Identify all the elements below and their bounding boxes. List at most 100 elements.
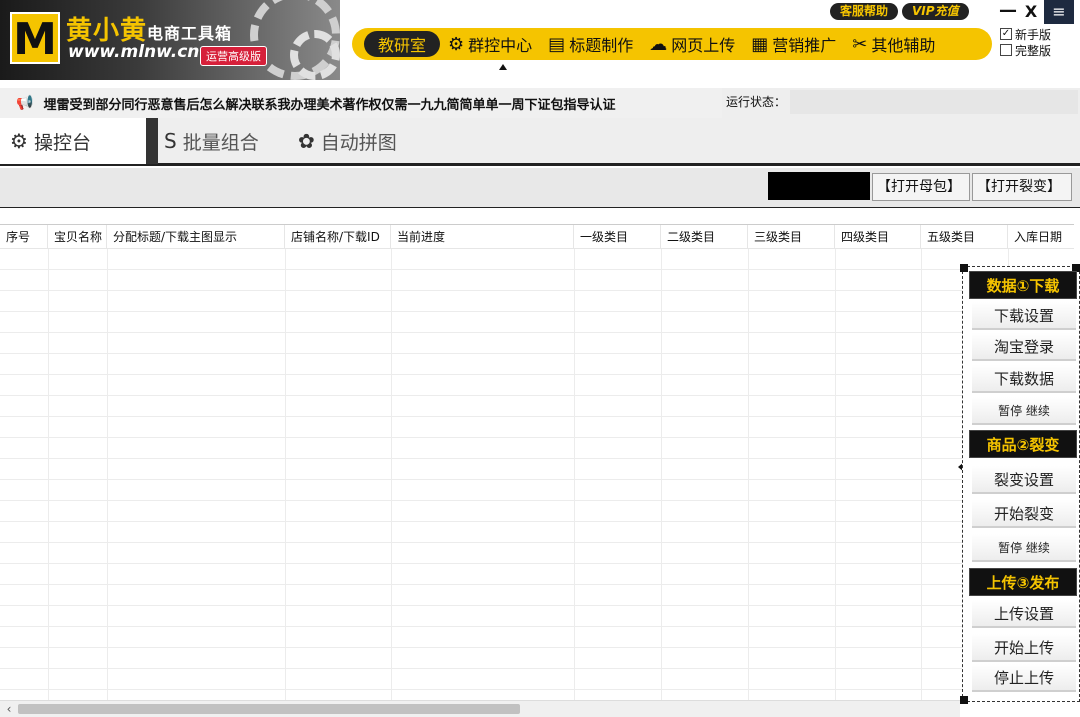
module-tabs: ⚙ 操控台 S 批量组合 ✿ 自动拼图	[0, 118, 1080, 166]
novice-mode-label: 新手版	[1015, 27, 1052, 42]
nav-item-label: 群控中心	[468, 36, 533, 55]
app-logo: M 黄小黄电商工具箱 www.mlnw.cn 运营高级版	[0, 0, 340, 80]
puzzle-icon: ✿	[298, 129, 315, 153]
main-nav: 教研室 ⚙ 群控中心 ▤ 标题制作 ☁ 网页上传 ▦ 营销推广 ✂ 其他辅助	[352, 28, 992, 60]
tab-divider	[146, 118, 158, 164]
column-header[interactable]: 一级类目	[574, 225, 661, 249]
section-title-upload: 上传③发布	[969, 568, 1077, 596]
nav-item-title-making[interactable]: ▤ 标题制作	[540, 31, 641, 57]
table-header: 序号 宝贝名称 分配标题/下载主图显示 店铺名称/下载ID 当前进度 一级类目 …	[0, 225, 1074, 249]
nav-item-marketing[interactable]: ▦ 营销推广	[743, 31, 844, 57]
nav-item-label: 教研室	[378, 36, 427, 55]
gears-icon: ⚙	[10, 129, 28, 153]
column-divider	[285, 249, 286, 702]
megaphone-icon: 📢	[16, 95, 34, 111]
column-header[interactable]: 店铺名称/下载ID	[285, 225, 391, 249]
product-table: 序号 宝贝名称 分配标题/下载主图显示 店铺名称/下载ID 当前进度 一级类目 …	[0, 224, 1074, 702]
notice-text: 埋雷受到部分同行恶意售后怎么解决联系我办理美术著作权仅需一九九简简单单一周下证包…	[43, 97, 616, 113]
gear-decoration	[290, 30, 340, 80]
notice-bar: 📢 埋雷受到部分同行恶意售后怎么解决联系我办理美术著作权仅需一九九简简单单一周下…	[0, 88, 1080, 118]
pause-continue-split-button[interactable]: 暂停 继续	[972, 534, 1076, 562]
chart-icon: ▦	[751, 33, 769, 55]
column-divider	[574, 249, 575, 702]
vip-recharge-button[interactable]: VIP充值	[902, 3, 969, 20]
full-mode-checkbox[interactable]	[1000, 44, 1012, 56]
notice-marquee: 📢 埋雷受到部分同行恶意售后怎么解决联系我办理美术著作权仅需一九九简简单单一周下…	[0, 88, 722, 118]
batch-icon: S	[164, 129, 177, 153]
nav-item-teaching[interactable]: 教研室	[364, 31, 441, 57]
nav-item-label: 网页上传	[671, 36, 736, 55]
upload-settings-button[interactable]: 上传设置	[972, 600, 1076, 628]
section-title-download: 数据①下载	[969, 271, 1077, 299]
column-header[interactable]: 四级类目	[835, 225, 921, 249]
column-header[interactable]: 当前进度	[391, 225, 574, 249]
cloud-upload-icon: ☁	[649, 33, 668, 55]
tab-auto-puzzle[interactable]: ✿ 自动拼图	[298, 118, 424, 164]
split-settings-button[interactable]: 裂变设置	[972, 466, 1076, 494]
action-bar: 【打开母包】 【打开裂变】	[0, 168, 1080, 208]
open-mother-package-button[interactable]: 【打开母包】	[872, 173, 970, 201]
nav-item-label: 标题制作	[569, 36, 634, 55]
column-header[interactable]: 分配标题/下载主图显示	[107, 225, 285, 249]
column-divider	[748, 249, 749, 702]
table-body[interactable]	[0, 249, 1074, 702]
scrollbar-thumb[interactable]	[18, 704, 520, 714]
tools-icon: ✂	[852, 33, 868, 55]
column-header[interactable]: 二级类目	[661, 225, 748, 249]
close-button[interactable]: X	[1022, 2, 1040, 22]
column-divider	[921, 249, 922, 702]
version-modes: ✓ 新手版 完整版	[1000, 26, 1051, 58]
run-status-value	[790, 90, 1078, 114]
column-header[interactable]: 宝贝名称	[48, 225, 107, 249]
column-header[interactable]: 五级类目	[921, 225, 1008, 249]
tab-console[interactable]: ⚙ 操控台	[0, 118, 146, 164]
panel-corner	[960, 264, 968, 272]
run-status-label: 运行状态：	[726, 95, 787, 109]
section-title-split: 商品②裂变	[969, 430, 1077, 458]
download-data-button[interactable]: 下载数据	[972, 365, 1076, 393]
logo-url: www.mlnw.cn	[68, 42, 200, 62]
taobao-login-button[interactable]: 淘宝登录	[972, 333, 1076, 361]
nav-item-label: 营销推广	[772, 36, 837, 55]
logo-name-sub: 电商工具箱	[147, 24, 233, 43]
column-divider	[661, 249, 662, 702]
column-divider	[48, 249, 49, 702]
document-icon: ▤	[548, 33, 566, 55]
pause-continue-download-button[interactable]: 暂停 继续	[972, 397, 1076, 425]
open-split-package-button[interactable]: 【打开裂变】	[972, 173, 1072, 201]
caret-up-icon	[499, 64, 507, 70]
top-buttons: 客服帮助 VIP充值	[830, 3, 969, 21]
nav-item-web-upload[interactable]: ☁ 网页上传	[641, 31, 743, 57]
column-header[interactable]: 三级类目	[748, 225, 835, 249]
tab-label: 操控台	[33, 131, 91, 154]
nav-item-other-tools[interactable]: ✂ 其他辅助	[844, 31, 943, 57]
column-divider	[835, 249, 836, 702]
start-upload-button[interactable]: 开始上传	[972, 634, 1076, 662]
menu-button[interactable]: ≡	[1044, 0, 1074, 24]
download-settings-button[interactable]: 下载设置	[972, 302, 1076, 330]
scroll-left-icon[interactable]: ‹	[2, 701, 16, 717]
tab-label: 批量组合	[182, 131, 259, 154]
column-header[interactable]: 序号	[0, 225, 48, 249]
novice-mode-option[interactable]: ✓ 新手版	[1000, 26, 1051, 42]
column-divider	[107, 249, 108, 702]
column-header[interactable]: 入库日期	[1008, 225, 1074, 249]
service-help-button[interactable]: 客服帮助	[830, 3, 899, 20]
horizontal-scrollbar[interactable]: ‹	[0, 700, 960, 717]
stop-upload-button[interactable]: 停止上传	[972, 664, 1076, 692]
minimize-button[interactable]: —	[998, 2, 1018, 22]
gear-icon: ⚙	[448, 33, 465, 55]
header: M 黄小黄电商工具箱 www.mlnw.cn 运营高级版 客服帮助 VIP充值 …	[0, 0, 1080, 84]
logo-letter: M	[10, 12, 60, 65]
tab-batch-combine[interactable]: S 批量组合	[160, 118, 286, 164]
novice-mode-checkbox[interactable]: ✓	[1000, 28, 1012, 40]
start-split-button[interactable]: 开始裂变	[972, 500, 1076, 528]
full-mode-option[interactable]: 完整版	[1000, 42, 1051, 58]
nav-item-group-control[interactable]: ⚙ 群控中心	[440, 31, 540, 57]
full-mode-label: 完整版	[1015, 43, 1052, 58]
column-divider	[391, 249, 392, 702]
edition-badge: 运营高级版	[200, 46, 267, 66]
tab-label: 自动拼图	[320, 131, 397, 154]
nav-item-label: 其他辅助	[871, 36, 936, 55]
black-input-box[interactable]	[768, 172, 870, 200]
